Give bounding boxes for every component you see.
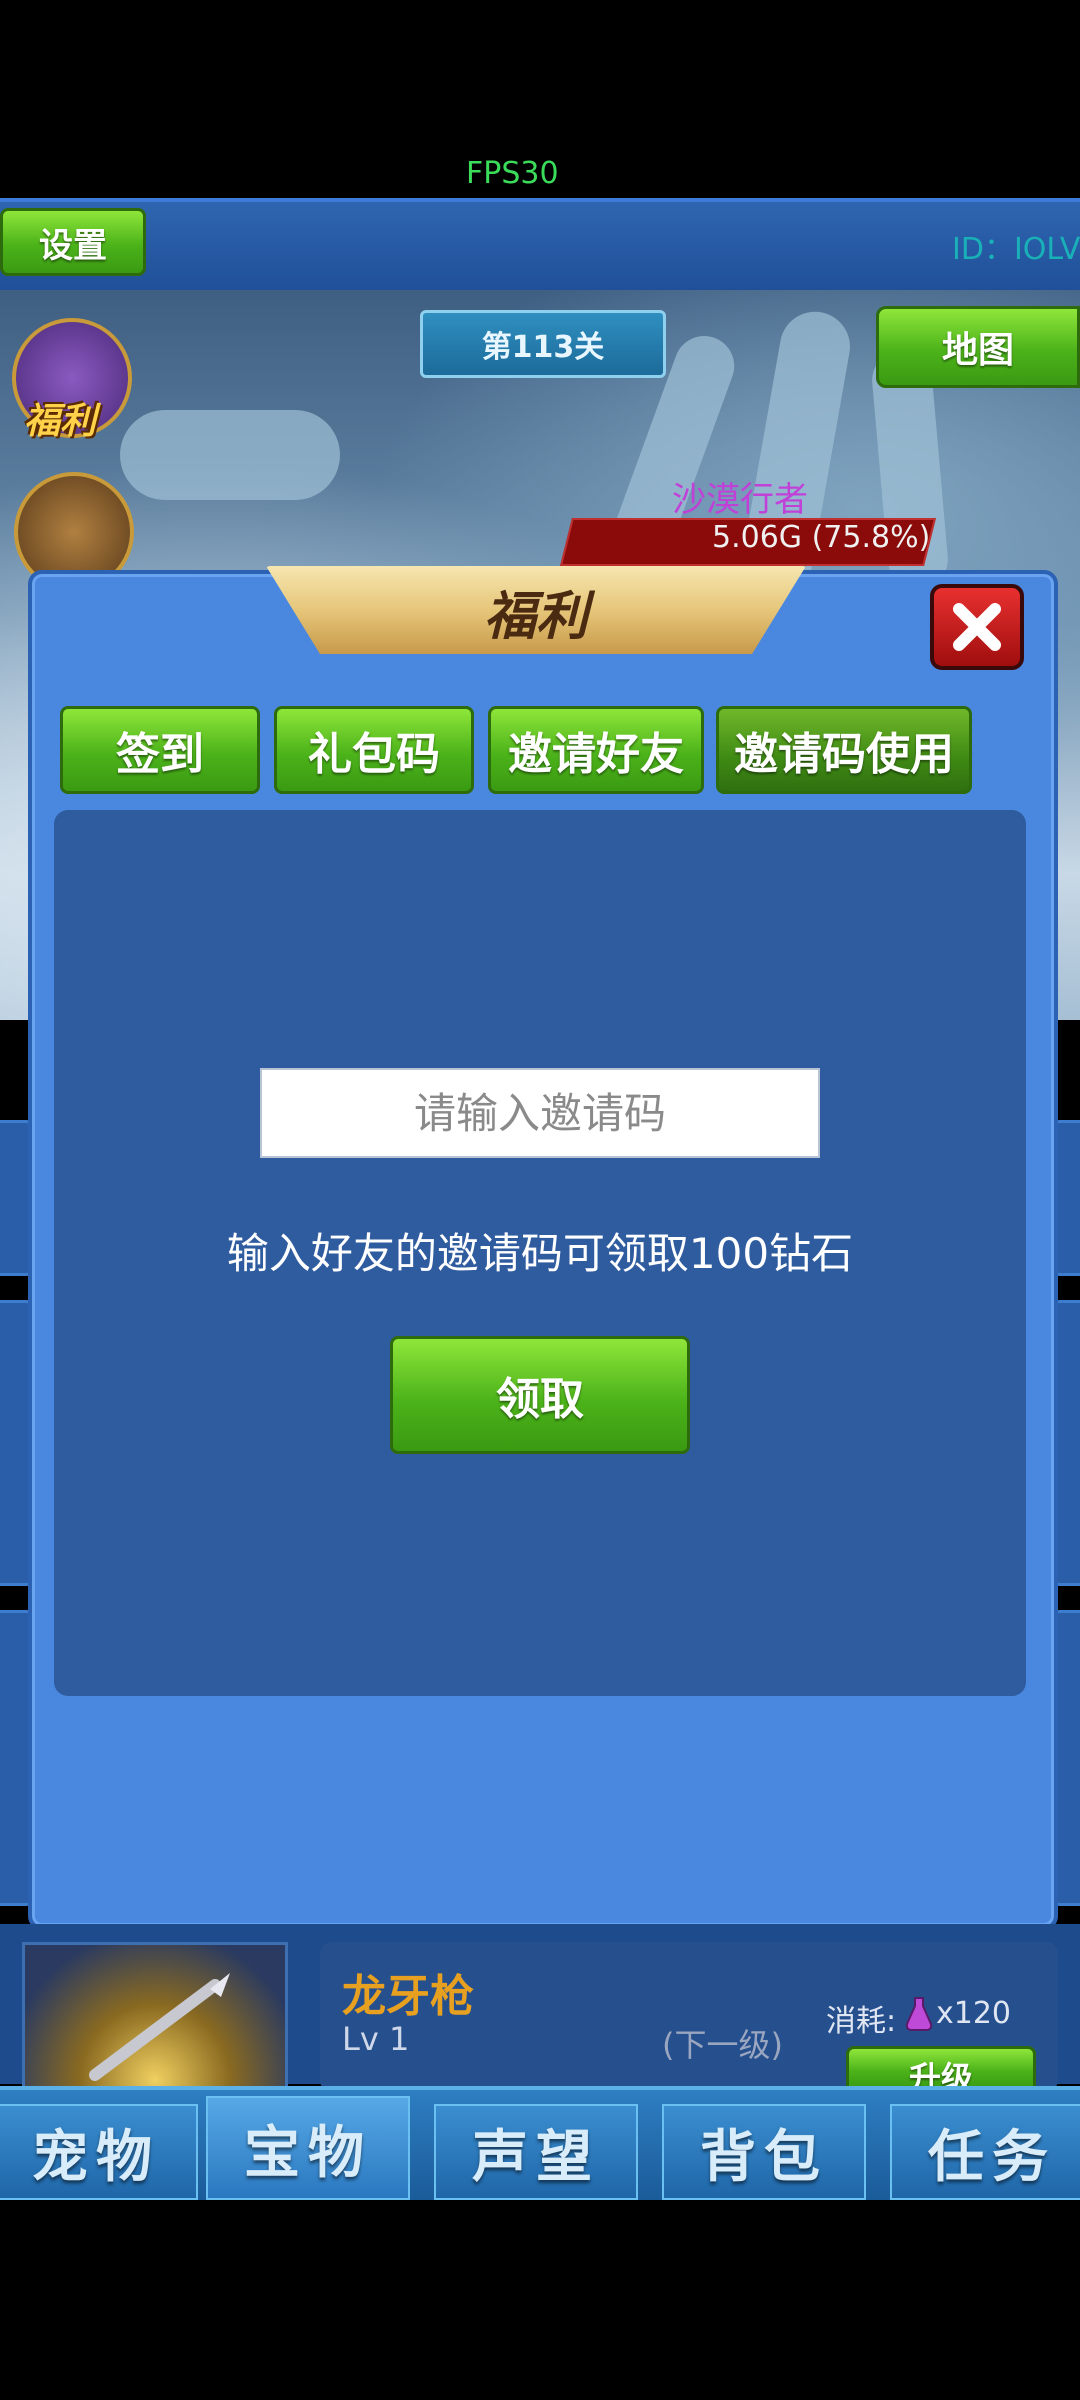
potion-icon bbox=[904, 1996, 934, 2032]
top-bar bbox=[0, 198, 1080, 294]
welfare-label: 福利 bbox=[24, 401, 97, 442]
item-next-level-label: (下一级) bbox=[662, 2026, 783, 2064]
nav-tab-task[interactable]: 任务 bbox=[890, 2104, 1080, 2200]
item-name: 龙牙枪 bbox=[342, 1971, 474, 2022]
invite-code-input[interactable] bbox=[260, 1068, 820, 1158]
enemy-hp-text: 5.06G (75.8%) bbox=[712, 520, 931, 555]
item-cost-value: x120 bbox=[936, 1996, 1012, 2031]
settings-button[interactable]: 设置 bbox=[0, 208, 146, 276]
close-icon bbox=[953, 603, 1001, 651]
nav-tab-treasure[interactable]: 宝物 bbox=[206, 2096, 410, 2200]
enemy-name: 沙漠行者 bbox=[672, 480, 808, 520]
nav-tab-bag[interactable]: 背包 bbox=[662, 2104, 866, 2200]
tab-invite-friends[interactable]: 邀请好友 bbox=[488, 706, 704, 794]
invite-hint-text: 输入好友的邀请码可领取100钻石 bbox=[226, 1229, 854, 1278]
level-banner: 第113关 bbox=[420, 310, 666, 378]
tab-invite-code-use[interactable]: 邀请码使用 bbox=[716, 706, 972, 794]
nav-tab-fame[interactable]: 声望 bbox=[434, 2104, 638, 2200]
system-nav-area bbox=[0, 2200, 1080, 2400]
tab-gift-code[interactable]: 礼包码 bbox=[274, 706, 474, 794]
claim-button[interactable]: 领取 bbox=[390, 1336, 690, 1454]
item-level: Lv 1 bbox=[342, 2020, 410, 2058]
spear-icon bbox=[89, 1973, 230, 2081]
user-id: ID：IOLV bbox=[952, 232, 1080, 267]
item-thumbnail[interactable] bbox=[22, 1942, 288, 2098]
tab-signin[interactable]: 签到 bbox=[60, 706, 260, 794]
rock-decoration bbox=[120, 410, 340, 500]
dialog-title: 福利 bbox=[483, 587, 588, 647]
fps-counter: FPS30 bbox=[466, 156, 559, 191]
nav-tab-pet[interactable]: 宠物 bbox=[0, 2104, 198, 2200]
item-cost-label: 消耗: bbox=[826, 2004, 897, 2039]
map-button[interactable]: 地图 bbox=[876, 306, 1080, 388]
close-button[interactable] bbox=[930, 584, 1024, 670]
